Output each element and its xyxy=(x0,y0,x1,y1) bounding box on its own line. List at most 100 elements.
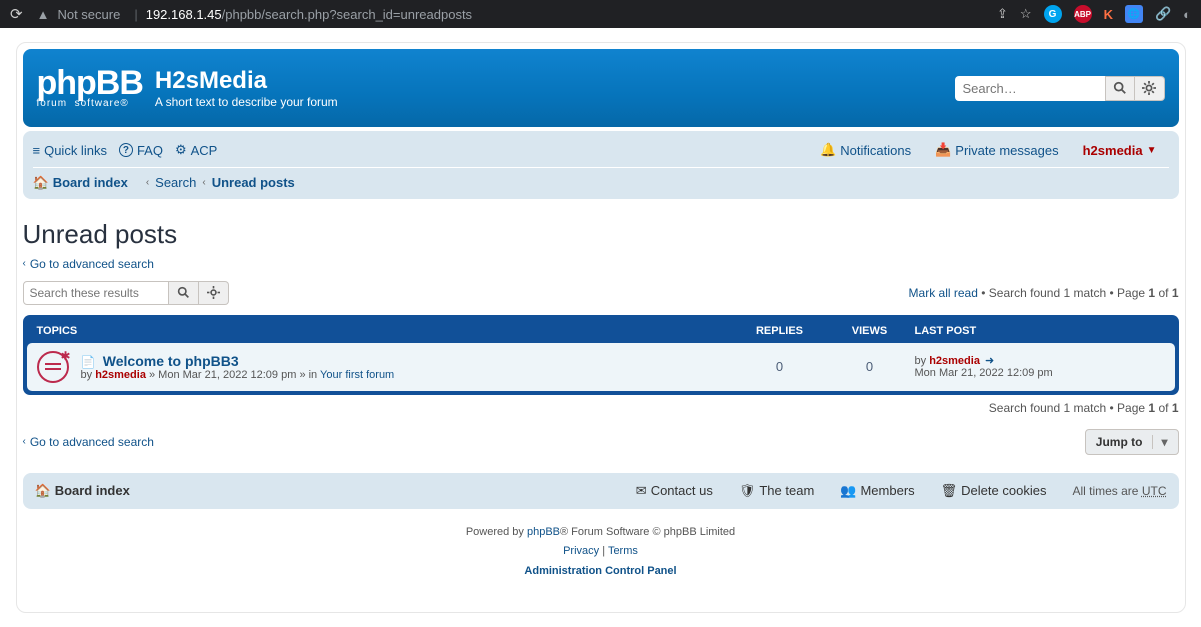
home-icon: 🏠 xyxy=(33,175,49,191)
advanced-search-link[interactable]: ‹ Go to advanced search xyxy=(23,257,154,271)
header-search xyxy=(955,76,1165,101)
team-link[interactable]: 🛡 The team xyxy=(739,483,814,499)
page-title: Unread posts xyxy=(23,219,1179,250)
search-results-adv-button[interactable] xyxy=(199,281,229,305)
col-header-lastpost: Last post xyxy=(915,325,1165,337)
phpbb-link[interactable]: phpBB xyxy=(527,526,560,538)
results-count: Search found 1 match xyxy=(989,286,1106,300)
extension-abp[interactable]: ABP xyxy=(1074,5,1092,23)
mark-all-read-link[interactable]: Mark all read xyxy=(909,286,978,300)
topic-author-link[interactable]: h2smedia xyxy=(95,369,146,381)
pagination-top: Mark all read • Search found 1 match • P… xyxy=(909,286,1179,300)
extension-g[interactable]: G xyxy=(1044,5,1062,23)
notifications-label: Notifications xyxy=(840,143,911,158)
browser-address-bar: ⟳ ▲ Not secure | 192.168.1.45/phpbb/sear… xyxy=(0,0,1201,28)
caret-down-icon: ▼ xyxy=(1147,145,1157,156)
share-icon[interactable]: ⇪ xyxy=(997,6,1008,22)
chevron-left-icon: ‹ xyxy=(23,258,26,269)
page-current: 1 xyxy=(1148,286,1155,300)
bars-icon: ≡ xyxy=(33,143,41,158)
faq-label: FAQ xyxy=(137,143,163,158)
col-header-views: Views xyxy=(825,325,915,337)
new-post-icon[interactable]: 📄 xyxy=(81,355,96,369)
topic-views: 0 xyxy=(825,359,915,374)
user-menu[interactable]: h2smedia ▼ xyxy=(1083,143,1157,158)
quick-links[interactable]: ≡ Quick links xyxy=(33,143,107,158)
url-path: /phpbb/search.php?search_id=unreadposts xyxy=(222,7,472,22)
topic-row[interactable]: ✱ 📄 Welcome to phpBB3 by h2smedia » Mon … xyxy=(27,343,1175,391)
pm-label: Private messages xyxy=(955,143,1058,158)
extension-translate[interactable]: 🌐 xyxy=(1125,5,1143,23)
acp-link[interactable]: ⚙ ACP xyxy=(175,142,217,158)
trash-icon: 🗑 xyxy=(941,483,958,499)
lastpost-date: Mon Mar 21, 2022 12:09 pm xyxy=(915,367,1053,379)
breadcrumb-board-index[interactable]: 🏠 Board index xyxy=(33,175,128,191)
adv-search-label: Go to advanced search xyxy=(30,257,154,271)
goto-lastpost-icon[interactable]: ➜ xyxy=(985,355,994,367)
acp-label: ACP xyxy=(191,143,218,158)
bell-icon: 🔔 xyxy=(820,142,836,158)
terms-link[interactable]: Terms xyxy=(608,545,638,557)
private-messages-link[interactable]: 📥 Private messages xyxy=(935,142,1059,158)
pagination-bottom: Search found 1 match • Page 1 of 1 xyxy=(989,401,1179,415)
quick-links-label: Quick links xyxy=(44,143,107,158)
topic-unread-icon: ✱ xyxy=(37,351,69,383)
crumb-separator: ‹ xyxy=(146,177,149,188)
site-title[interactable]: H2sMedia xyxy=(155,67,338,95)
advanced-search-link-bottom[interactable]: ‹ Go to advanced search xyxy=(23,435,154,449)
col-header-replies: Replies xyxy=(735,325,825,337)
not-secure-label: Not secure xyxy=(57,7,120,22)
separator: | xyxy=(134,7,137,22)
inbox-icon: 📥 xyxy=(935,142,951,158)
page-total: 1 xyxy=(1172,401,1179,415)
search-input[interactable] xyxy=(955,76,1105,101)
search-results-input[interactable] xyxy=(23,281,169,305)
question-icon: ? xyxy=(119,143,133,157)
extension-link-icon[interactable]: 🔗 xyxy=(1155,6,1171,22)
topic-date: Mon Mar 21, 2022 12:09 pm xyxy=(158,369,296,381)
notifications-link[interactable]: 🔔 Notifications xyxy=(820,142,911,158)
extension-k[interactable]: K xyxy=(1104,7,1113,22)
star-icon[interactable]: ☆ xyxy=(1020,6,1032,22)
lastpost-author-link[interactable]: h2smedia xyxy=(929,355,980,367)
envelope-icon: ✉ xyxy=(636,483,647,499)
site-description: A short text to describe your forum xyxy=(155,95,338,109)
jump-to-label: Jump to xyxy=(1096,435,1143,449)
topic-forum-link[interactable]: Your first forum xyxy=(320,369,394,381)
username-label: h2smedia xyxy=(1083,143,1143,158)
url[interactable]: 192.168.1.45/phpbb/search.php?search_id=… xyxy=(146,7,472,22)
breadcrumb: 🏠 Board index ‹ Search ‹ Unread posts xyxy=(33,167,1169,193)
jump-to-button[interactable]: Jump to ▾ xyxy=(1085,429,1179,455)
members-link[interactable]: 👥 Members xyxy=(840,483,914,499)
search-button[interactable] xyxy=(1105,76,1135,101)
breadcrumb-search[interactable]: Search xyxy=(155,175,196,190)
breadcrumb-current: Unread posts xyxy=(212,175,295,190)
extension-circle-icon[interactable]: ◐ xyxy=(1183,7,1191,22)
privacy-link[interactable]: Privacy xyxy=(563,545,599,557)
warning-icon: ▲ xyxy=(37,7,50,22)
phpbb-logo[interactable]: phpBB forum software® xyxy=(37,68,143,108)
delete-cookies-link[interactable]: 🗑 Delete cookies xyxy=(941,483,1047,499)
url-host: 192.168.1.45 xyxy=(146,7,222,22)
contact-us-link[interactable]: ✉ Contact us xyxy=(636,483,713,499)
topic-replies: 0 xyxy=(735,359,825,374)
caret-down-icon: ▾ xyxy=(1152,435,1167,449)
search-icon xyxy=(177,286,190,299)
acp-footer-link[interactable]: Administration Control Panel xyxy=(524,565,676,577)
advanced-search-button[interactable] xyxy=(1135,76,1165,101)
faq-link[interactable]: ? FAQ xyxy=(119,143,163,158)
copyright: Powered by phpBB® Forum Software © phpBB… xyxy=(23,509,1179,596)
footer-board-index[interactable]: 🏠 Board index xyxy=(35,483,130,499)
topic-title-link[interactable]: Welcome to phpBB3 xyxy=(103,353,239,369)
reload-icon[interactable]: ⟳ xyxy=(10,5,23,23)
page-wrap: phpBB forum software® H2sMedia A short t… xyxy=(16,42,1186,613)
search-icon xyxy=(1113,81,1127,95)
header-bar: phpBB forum software® H2sMedia A short t… xyxy=(23,49,1179,127)
results-count: Search found 1 match xyxy=(989,401,1106,415)
gear-icon xyxy=(1142,81,1156,95)
footer-nav: 🏠 Board index ✉ Contact us 🛡 The team 👥 … xyxy=(23,473,1179,509)
shield-icon: 🛡 xyxy=(739,483,756,499)
users-icon: 👥 xyxy=(840,483,856,499)
search-results-button[interactable] xyxy=(169,281,199,305)
timezone-value[interactable]: UTC xyxy=(1142,484,1167,498)
